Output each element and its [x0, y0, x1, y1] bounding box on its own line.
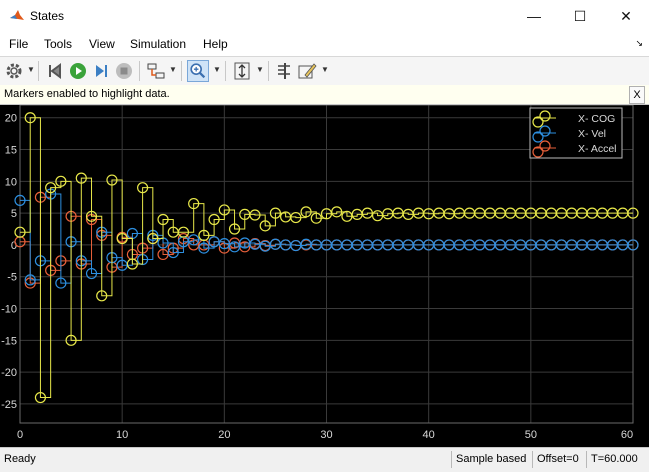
x-tick-label: 10 [116, 429, 128, 441]
menu-undock-icon[interactable]: ↘ [635, 38, 643, 49]
style-dropdown-icon[interactable]: ▼ [321, 65, 329, 74]
info-bar: Markers enabled to highlight data. X [0, 85, 649, 105]
y-tick-label: -15 [1, 335, 17, 347]
y-tick-label: -10 [1, 304, 17, 316]
toolbar-separator [139, 61, 140, 81]
y-tick-label: 20 [5, 113, 17, 125]
x-tick-label: 50 [525, 429, 537, 441]
window-title: States [30, 9, 65, 23]
menu-help[interactable]: Help [203, 37, 228, 51]
zoom-icon[interactable] [187, 60, 209, 82]
y-tick-label: 0 [11, 240, 17, 252]
autoscale-dropdown-icon[interactable]: ▼ [256, 65, 264, 74]
minimize-icon: — [527, 8, 541, 24]
settings-dropdown-icon[interactable]: ▼ [27, 65, 35, 74]
title-bar: States — ☐ ✕ [0, 0, 649, 32]
status-offset: Offset=0 [532, 451, 585, 468]
menu-tools[interactable]: Tools [44, 37, 72, 51]
status-mode: Sample based [451, 451, 531, 468]
run-icon[interactable] [67, 60, 89, 82]
highlight-signal-icon[interactable] [145, 60, 167, 82]
signal-dropdown-icon[interactable]: ▼ [169, 65, 177, 74]
menu-simulation[interactable]: Simulation [130, 37, 186, 51]
toolbar-separator [225, 61, 226, 81]
legend-label: X- Vel [578, 128, 606, 140]
close-icon: ✕ [620, 8, 632, 24]
zoom-dropdown-icon[interactable]: ▼ [213, 65, 221, 74]
minimize-button[interactable]: — [511, 0, 557, 32]
y-tick-label: -20 [1, 367, 17, 379]
status-bar: Ready Sample based Offset=0 T=60.000 [0, 447, 649, 472]
matlab-app-icon [10, 10, 24, 20]
scope-chart: 0 10 20 30 40 50 6020151050-5-10-15-20-25X- CO… [1, 104, 639, 441]
edit-style-icon[interactable] [296, 60, 318, 82]
toolbar: ▼ ▼ ▼ ▼ ▼ [0, 56, 649, 86]
legend-label: X- COG [578, 113, 615, 125]
info-message: Markers enabled to highlight data. [4, 88, 170, 100]
status-ready: Ready [4, 453, 36, 465]
toolbar-separator [268, 61, 269, 81]
x-tick-label: 0 [17, 429, 23, 441]
toolbar-separator [38, 61, 39, 81]
menu-view[interactable]: View [89, 37, 115, 51]
autoscale-icon[interactable] [231, 60, 253, 82]
y-tick-label: 10 [5, 176, 17, 188]
status-time: T=60.000 [586, 451, 649, 468]
x-tick-label: 40 [423, 429, 435, 441]
maximize-icon: ☐ [573, 8, 587, 24]
stop-icon[interactable] [113, 60, 135, 82]
toolbar-separator [181, 61, 182, 81]
step-back-icon[interactable] [44, 60, 66, 82]
x-tick-label: 30 [320, 429, 332, 441]
menu-file[interactable]: File [9, 37, 28, 51]
scope-plot[interactable]: 0 10 20 30 40 50 60 20 15 10 5 0 -5 -10 -15 -20 -25 X- CO… [0, 104, 649, 447]
x-tick-label: 20 [218, 429, 230, 441]
legend-label: X- Accel [578, 143, 617, 155]
gear-icon[interactable] [3, 60, 25, 82]
y-tick-label: 5 [11, 208, 17, 220]
y-tick-label: -5 [7, 272, 17, 284]
step-forward-icon[interactable] [90, 60, 112, 82]
info-close-button[interactable]: X [629, 86, 645, 104]
x-tick-label: 60 [621, 429, 633, 441]
close-button[interactable]: ✕ [603, 0, 649, 32]
maximize-button[interactable]: ☐ [557, 0, 603, 32]
cursor-measure-icon[interactable] [273, 60, 295, 82]
y-tick-label: 15 [5, 145, 17, 157]
menu-bar: File Tools View Simulation Help ↘ [0, 32, 649, 56]
y-tick-label: -25 [1, 399, 17, 411]
